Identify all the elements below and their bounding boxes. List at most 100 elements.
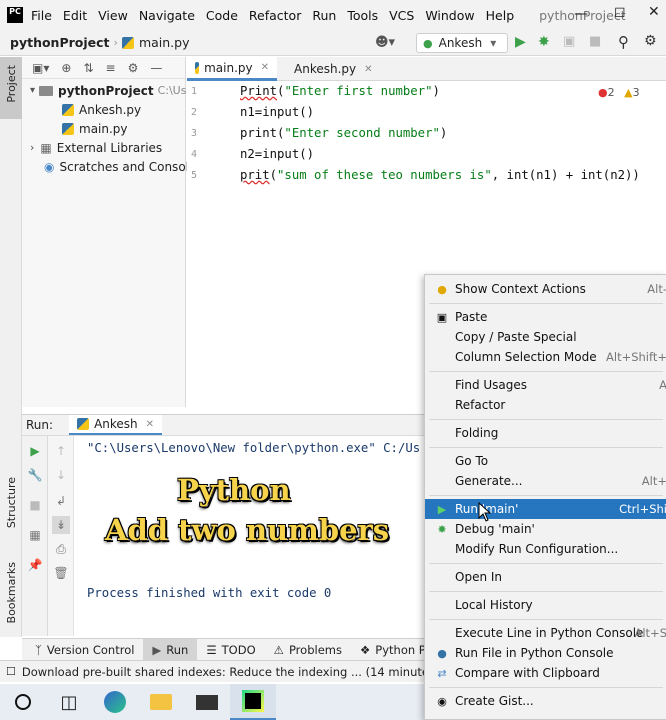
mail-icon[interactable] (184, 684, 230, 720)
close-icon[interactable]: ✕ (648, 4, 660, 20)
close-tab-icon[interactable]: ✕ (364, 64, 372, 75)
menu-run[interactable]: Run (312, 8, 336, 23)
menu-generate[interactable]: Generate... Alt+ (425, 471, 666, 491)
file-explorer-icon[interactable] (138, 684, 184, 720)
trash-icon[interactable]: 🗑 (52, 564, 70, 582)
menu-go-to[interactable]: Go To (425, 451, 666, 471)
menu-local-history[interactable]: Local History (425, 595, 666, 615)
rerun-icon[interactable]: ▶ (26, 442, 44, 460)
close-tab-icon[interactable]: ✕ (261, 62, 269, 73)
menu-item-label: Column Selection Mode (455, 350, 597, 364)
menu-item-label: Modify Run Configuration... (455, 542, 619, 556)
edge-browser-icon[interactable] (92, 684, 138, 720)
menu-tools[interactable]: Tools (347, 8, 378, 23)
menu-file[interactable]: File (31, 8, 52, 23)
arrow-up-icon[interactable]: ↑ (52, 442, 70, 460)
tab-problems[interactable]: ⚠ Problems (265, 639, 351, 661)
menu-item-label: Folding (455, 426, 499, 440)
menu-refactor[interactable]: Refactor (425, 395, 666, 415)
notification-icon[interactable]: ☐ (6, 665, 16, 678)
menu-view[interactable]: View (98, 8, 128, 23)
stop-icon[interactable]: ■ (589, 34, 601, 49)
print-icon[interactable]: ⎙ (52, 540, 70, 558)
run-configuration-select[interactable]: ● Ankesh ▾ (416, 33, 508, 53)
status-message[interactable]: Download pre-built shared indexes: Reduc… (22, 665, 465, 679)
tree-scratches[interactable]: ◉ Scratches and Consoles (44, 157, 203, 176)
inspection-widget[interactable]: ●2 ▲3 (598, 86, 640, 99)
square-dropdown-icon[interactable]: ▣▾ (32, 61, 49, 75)
menu-modify-run-configuration[interactable]: Modify Run Configuration... (425, 539, 666, 559)
debug-icon[interactable]: ✸ (538, 34, 550, 50)
wrench-icon[interactable]: 🔧 (26, 466, 44, 484)
tab-todo[interactable]: ☰ TODO (197, 639, 264, 661)
menu-debug-main[interactable]: ✸ Debug 'main' (425, 519, 666, 539)
coverage-icon[interactable]: ▣ (563, 34, 575, 49)
menu-help[interactable]: Help (486, 8, 515, 23)
user-icon[interactable]: ☻▾ (375, 35, 395, 50)
code-token: ) (432, 84, 440, 98)
tree-root[interactable]: ▾ pythonProject C:\Users\ (30, 81, 207, 100)
menu-folding[interactable]: Folding (425, 423, 666, 443)
maximize-icon[interactable]: ◻ (614, 4, 626, 20)
menu-refactor[interactable]: Refactor (249, 8, 301, 23)
menu-open-in[interactable]: Open In (425, 567, 666, 587)
locate-icon[interactable]: ⊕ (61, 61, 71, 75)
line-number: 4 (191, 149, 198, 160)
branch-icon: ᛉ (35, 642, 42, 657)
menu-column-selection-mode[interactable]: Column Selection Mode Alt+Shift+ (425, 347, 666, 367)
minimize-icon[interactable]: — (574, 6, 588, 22)
breadcrumb-project[interactable]: pythonProject (10, 35, 110, 50)
pin-icon[interactable]: 📌 (26, 556, 44, 574)
python-icon: ● (437, 646, 447, 660)
tree-external-libraries[interactable]: › ▦ External Libraries (30, 138, 162, 157)
menu-code[interactable]: Code (206, 8, 238, 23)
menu-show-context-actions[interactable]: ● Show Context Actions Alt- (425, 279, 666, 299)
tab-ankesh-py[interactable]: Ankesh.py ✕ (281, 57, 373, 81)
hide-icon[interactable]: — (150, 61, 162, 75)
menu-paste[interactable]: ▣ Paste (425, 307, 666, 327)
menu-compare-clipboard[interactable]: ⇄ Compare with Clipboard (425, 663, 666, 683)
menu-copy-paste-special[interactable]: Copy / Paste Special (425, 327, 666, 347)
breadcrumb-file[interactable]: main.py (139, 35, 190, 50)
menu-run-file-console[interactable]: ● Run File in Python Console (425, 643, 666, 663)
project-tool-tab[interactable]: Project (0, 57, 22, 119)
settings-icon[interactable]: ⚙ (644, 33, 657, 49)
soft-wrap-icon[interactable]: ↲ (52, 492, 70, 510)
arrow-down-icon[interactable]: ↓ (52, 466, 70, 484)
menu-run-main[interactable]: ▶ Run 'main' Ctrl+Shi (425, 499, 666, 519)
menu-vcs[interactable]: VCS (389, 8, 414, 23)
bookmarks-tab-label[interactable]: Bookmarks (5, 562, 18, 623)
project-panel: ▣▾ ⊕ ⇅ ≡ ⚙ — ▾ pythonProject C:\Users\ A… (22, 57, 207, 407)
expand-all-icon[interactable]: ⇅ (83, 61, 93, 75)
pycharm-taskbar-icon[interactable] (230, 684, 276, 720)
close-tab-icon[interactable]: ✕ (146, 419, 154, 430)
tab-run[interactable]: ▶ Run (143, 638, 198, 661)
menu-item-label: Create Gist... (455, 694, 534, 708)
menu-window[interactable]: Window (425, 8, 474, 23)
menu-navigate[interactable]: Navigate (139, 8, 195, 23)
gear-icon[interactable]: ⚙ (128, 61, 139, 75)
code-string: "sum of these teo numbers is" (277, 168, 492, 182)
task-view-icon[interactable]: ◫ (46, 684, 92, 720)
run-icon[interactable]: ▶ (515, 34, 526, 50)
menu-create-gist[interactable]: ◉ Create Gist... (425, 691, 666, 711)
tab-main-py[interactable]: main.py ✕ (187, 57, 277, 81)
tree-file-main[interactable]: main.py (62, 119, 128, 138)
search-icon[interactable]: ⚲ (618, 33, 629, 51)
scroll-to-end-icon[interactable]: ↡ (52, 516, 70, 534)
structure-tab-label[interactable]: Structure (5, 477, 18, 528)
run-tab-ankesh[interactable]: Ankesh ✕ (69, 415, 163, 435)
layout-icon[interactable]: ▦ (26, 526, 44, 544)
code-line-2: n1=input() (240, 105, 315, 119)
cortana-icon[interactable] (0, 684, 46, 720)
tab-version-control[interactable]: ᛉ Version Control (26, 639, 143, 661)
stop-icon[interactable]: ■ (26, 496, 44, 514)
menu-edit[interactable]: Edit (63, 8, 87, 23)
python-config-icon: ● (423, 36, 433, 50)
menu-execute-line-console[interactable]: Execute Line in Python Console Alt+S (425, 623, 666, 643)
menu-find-usages[interactable]: Find Usages A (425, 375, 666, 395)
code-token: Print (240, 84, 278, 98)
tree-file-ankesh[interactable]: Ankesh.py (62, 100, 141, 119)
code-line-1: Print("Enter first number") (240, 84, 440, 98)
collapse-all-icon[interactable]: ≡ (106, 61, 116, 75)
